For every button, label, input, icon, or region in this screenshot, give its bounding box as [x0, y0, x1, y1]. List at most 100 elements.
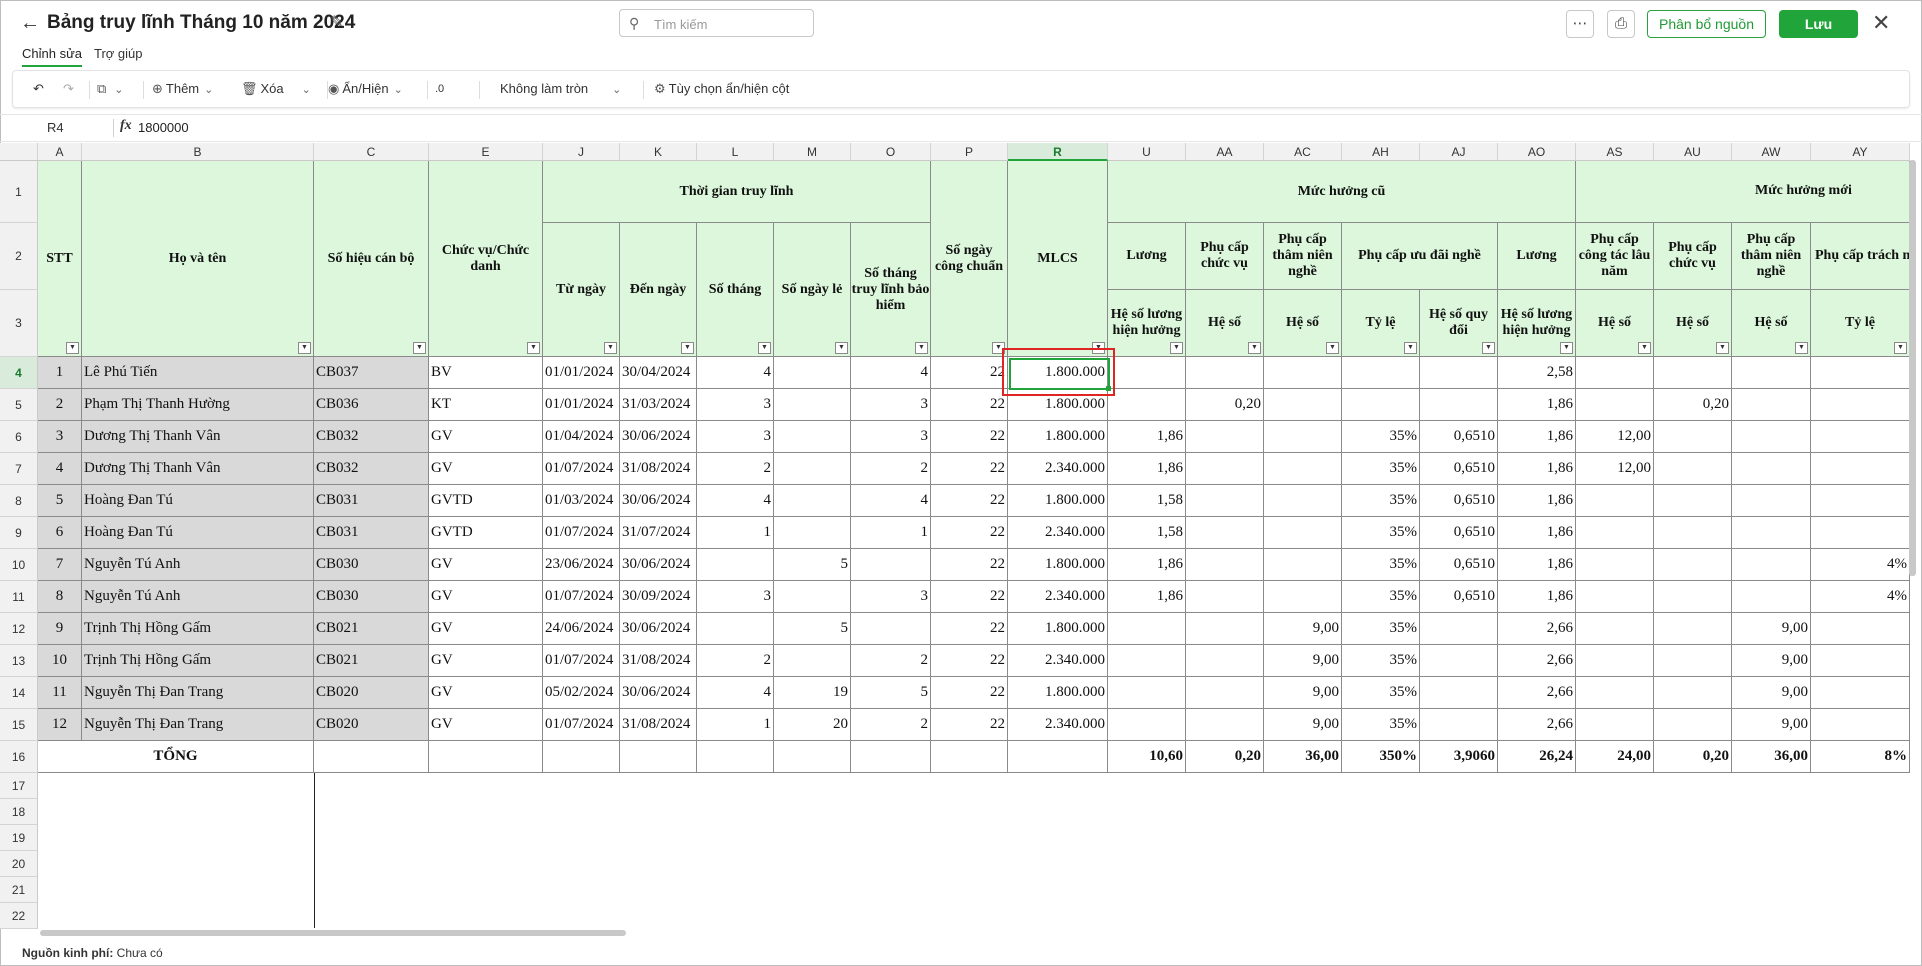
cell-to[interactable]: 31/08/2024	[620, 709, 697, 741]
cell-mlcs[interactable]: 1.800.000	[1008, 613, 1108, 645]
filter-dropdown-icon[interactable]: ▼	[915, 342, 928, 354]
column-header-ac[interactable]: AC	[1264, 143, 1342, 161]
cell-pos[interactable]: GV	[429, 613, 543, 645]
cell-staff[interactable]: CB032	[314, 453, 429, 485]
cell-total-empty[interactable]	[620, 741, 697, 773]
row-header-7[interactable]: 7	[0, 453, 38, 485]
cell-ac[interactable]	[1264, 421, 1342, 453]
cell-u[interactable]	[1108, 357, 1186, 389]
cell-aj[interactable]: 0,6510	[1420, 485, 1498, 517]
cell-to[interactable]: 30/06/2024	[620, 421, 697, 453]
cell-ay[interactable]	[1811, 613, 1910, 645]
row-header-19[interactable]: 19	[0, 825, 38, 851]
print-button[interactable]: ⎙	[1607, 10, 1635, 38]
cell-pos[interactable]: GVTD	[429, 517, 543, 549]
cell-u[interactable]	[1108, 677, 1186, 709]
rounding-select[interactable]: Không làm tròn ⌄	[500, 80, 621, 99]
filter-dropdown-icon[interactable]: ▼	[835, 342, 848, 354]
cell-from[interactable]: 01/03/2024	[543, 485, 620, 517]
cell-months[interactable]: 3	[697, 421, 774, 453]
cell-name[interactable]: Nguyễn Thị Đan Trang	[82, 709, 314, 741]
cell-u[interactable]: 1,58	[1108, 485, 1186, 517]
cell-from[interactable]: 01/01/2024	[543, 389, 620, 421]
cell-pos[interactable]: GV	[429, 421, 543, 453]
cell-ac[interactable]	[1264, 517, 1342, 549]
cell-stt[interactable]: 5	[38, 485, 82, 517]
column-header-c[interactable]: C	[314, 143, 429, 161]
cell-ac[interactable]: 9,00	[1264, 677, 1342, 709]
cell-au[interactable]	[1654, 645, 1732, 677]
cell-ay[interactable]	[1811, 453, 1910, 485]
cell-name[interactable]: Hoàng Đan Tú	[82, 485, 314, 517]
cell-total-aa[interactable]: 0,20	[1186, 741, 1264, 773]
cell-pos[interactable]: GV	[429, 453, 543, 485]
cell-aa[interactable]: 0,20	[1186, 389, 1264, 421]
row-header-10[interactable]: 10	[0, 549, 38, 581]
row-header-22[interactable]: 22	[0, 903, 38, 929]
cell-holidays[interactable]: 5	[774, 613, 851, 645]
row-header-1[interactable]: 1	[0, 161, 38, 223]
cell-holidays[interactable]	[774, 453, 851, 485]
cell-name[interactable]: Phạm Thị Thanh Hường	[82, 389, 314, 421]
column-header-o[interactable]: O	[851, 143, 931, 161]
cell-to[interactable]: 30/06/2024	[620, 677, 697, 709]
cell-total-au[interactable]: 0,20	[1654, 741, 1732, 773]
cell-stt[interactable]: 1	[38, 357, 82, 389]
cell-ah[interactable]: 35%	[1342, 677, 1420, 709]
redo-icon[interactable]: ↷	[63, 80, 74, 98]
cell-au[interactable]	[1654, 677, 1732, 709]
cell-ao[interactable]: 1,86	[1498, 485, 1576, 517]
filter-dropdown-icon[interactable]: ▼	[604, 342, 617, 354]
cell-u[interactable]: 1,58	[1108, 517, 1186, 549]
cell-total-empty[interactable]	[774, 741, 851, 773]
cell-ao[interactable]: 2,58	[1498, 357, 1576, 389]
cell-stt[interactable]: 4	[38, 453, 82, 485]
cell-name[interactable]: Dương Thị Thanh Vân	[82, 453, 314, 485]
cell-ao[interactable]: 2,66	[1498, 613, 1576, 645]
cell-ah[interactable]: 35%	[1342, 581, 1420, 613]
delete-button[interactable]: 🗑 Xóa ⌄	[241, 80, 311, 99]
cell-u[interactable]: 1,86	[1108, 549, 1186, 581]
cell-ins[interactable]: 5	[851, 677, 931, 709]
add-button[interactable]: ⊕ Thêm ⌄	[152, 80, 213, 99]
cell-ah[interactable]: 35%	[1342, 709, 1420, 741]
cell-total-ay[interactable]: 8%	[1811, 741, 1910, 773]
cell-name[interactable]: Trịnh Thị Hồng Gấm	[82, 645, 314, 677]
cell-holidays[interactable]	[774, 581, 851, 613]
cell-ah[interactable]	[1342, 357, 1420, 389]
cell-to[interactable]: 31/07/2024	[620, 517, 697, 549]
cell-mlcs[interactable]: 2.340.000	[1008, 581, 1108, 613]
cell-std[interactable]: 22	[931, 485, 1008, 517]
cell-as[interactable]	[1576, 517, 1654, 549]
cell-holidays[interactable]	[774, 645, 851, 677]
cell-staff[interactable]: CB020	[314, 709, 429, 741]
cell-aw[interactable]	[1732, 549, 1811, 581]
cell-ac[interactable]	[1264, 357, 1342, 389]
formula-input[interactable]: 1800000	[138, 120, 189, 135]
row-header-11[interactable]: 11	[0, 581, 38, 613]
row-header-21[interactable]: 21	[0, 877, 38, 903]
cell-aw[interactable]	[1732, 357, 1811, 389]
row-header-9[interactable]: 9	[0, 517, 38, 549]
cell-ac[interactable]	[1264, 549, 1342, 581]
row-header-14[interactable]: 14	[0, 677, 38, 709]
cell-stt[interactable]: 11	[38, 677, 82, 709]
copy-button[interactable]: ⧉ ⌄	[97, 80, 124, 99]
cell-ao[interactable]: 1,86	[1498, 517, 1576, 549]
cell-aa[interactable]	[1186, 581, 1264, 613]
cell-std[interactable]: 22	[931, 453, 1008, 485]
cell-staff[interactable]: CB036	[314, 389, 429, 421]
cell-mlcs[interactable]: 2.340.000	[1008, 453, 1108, 485]
cell-as[interactable]	[1576, 389, 1654, 421]
cell-ao[interactable]: 1,86	[1498, 453, 1576, 485]
close-icon[interactable]: ✕	[1872, 10, 1890, 36]
cell-from[interactable]: 01/01/2024	[543, 357, 620, 389]
cell-aw[interactable]: 9,00	[1732, 677, 1811, 709]
cell-total-empty[interactable]	[429, 741, 543, 773]
cell-mlcs[interactable]: 2.340.000	[1008, 709, 1108, 741]
row-header-16[interactable]: 16	[0, 741, 38, 773]
cell-pos[interactable]: GV	[429, 709, 543, 741]
cell-aj[interactable]	[1420, 389, 1498, 421]
cell-ins[interactable]: 3	[851, 389, 931, 421]
filter-dropdown-icon[interactable]: ▼	[1560, 342, 1573, 354]
